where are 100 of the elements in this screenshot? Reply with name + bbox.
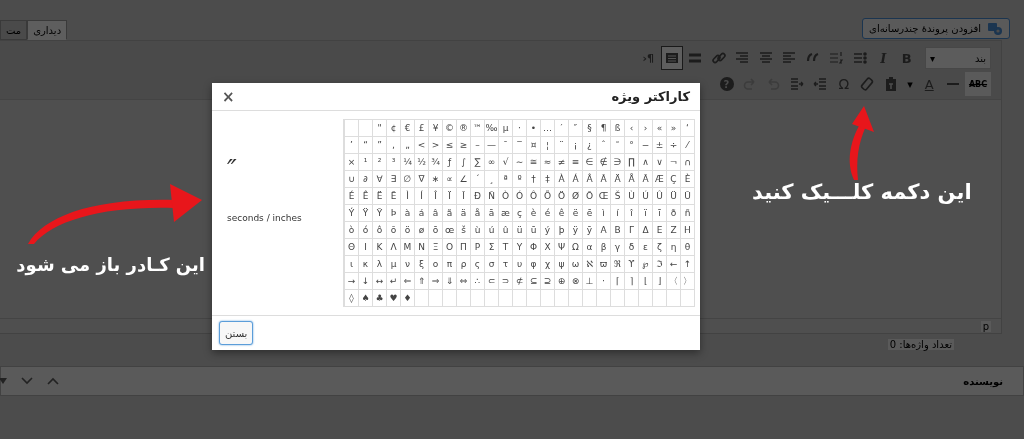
character-cell[interactable]: ♥ [386, 290, 400, 307]
character-cell[interactable]: Α [596, 222, 610, 239]
character-cell[interactable]: " [372, 120, 386, 137]
character-cell[interactable]: ƒ [442, 154, 456, 171]
character-cell[interactable]: δ [624, 239, 638, 256]
character-cell[interactable]: ù [470, 222, 484, 239]
character-cell[interactable]: ∩ [680, 154, 694, 171]
character-cell[interactable]: ∼ [512, 154, 526, 171]
character-cell[interactable]: › [638, 120, 652, 137]
chevron-down-icon[interactable] [21, 377, 33, 385]
character-cell[interactable]: — [484, 137, 498, 154]
character-cell[interactable]: ∂ [358, 171, 372, 188]
character-cell[interactable]: ē [582, 205, 596, 222]
character-cell[interactable]: ∴ [470, 273, 484, 290]
character-cell[interactable]: ⇑ [414, 273, 428, 290]
character-cell[interactable]: ∞ [484, 154, 498, 171]
character-cell[interactable]: ¤ [526, 137, 540, 154]
character-cell[interactable]: ä [456, 205, 470, 222]
character-cell[interactable]: Ø [568, 188, 582, 205]
character-cell[interactable]: Ù [624, 188, 638, 205]
character-cell[interactable]: ∅ [400, 171, 414, 188]
character-cell[interactable]: † [526, 171, 540, 188]
character-cell[interactable]: ý [540, 222, 554, 239]
character-cell[interactable]: ¶ [596, 120, 610, 137]
character-cell[interactable]: ∫ [456, 154, 470, 171]
character-cell[interactable]: ß [610, 120, 624, 137]
character-cell[interactable]: Ι [358, 239, 372, 256]
character-cell[interactable]: Ē [386, 188, 400, 205]
character-cell[interactable]: ⊂ [484, 273, 498, 290]
character-cell[interactable]: Θ [344, 239, 358, 256]
character-cell[interactable]: Σ [484, 239, 498, 256]
character-cell[interactable]: ∝ [442, 171, 456, 188]
character-cell[interactable]: Ψ [554, 239, 568, 256]
character-cell[interactable]: ω [568, 256, 582, 273]
character-cell[interactable]: ∏ [624, 154, 638, 171]
character-cell[interactable]: Þ [386, 205, 400, 222]
character-cell[interactable]: ∗ [428, 171, 442, 188]
character-cell[interactable]: μ [386, 256, 400, 273]
character-cell[interactable]: É [344, 188, 358, 205]
character-cell[interactable]: õ [386, 222, 400, 239]
character-cell[interactable]: ” [372, 137, 386, 154]
character-cell[interactable]: ψ [554, 256, 568, 273]
character-cell[interactable]: ♣ [372, 290, 386, 307]
character-cell[interactable]: σ [484, 256, 498, 273]
character-cell[interactable]: Ε [652, 222, 666, 239]
character-cell[interactable]: ‡ [540, 171, 554, 188]
character-cell[interactable]: ≡ [568, 154, 582, 171]
character-cell[interactable]: ´ [470, 171, 484, 188]
character-cell[interactable]: ¿ [582, 137, 596, 154]
character-cell[interactable]: φ [526, 256, 540, 273]
character-cell[interactable]: ¹ [358, 154, 372, 171]
character-cell[interactable]: ½ [414, 154, 428, 171]
character-cell[interactable]: ¡ [568, 137, 582, 154]
character-cell[interactable]: Õ [540, 188, 554, 205]
character-cell[interactable]: ì [596, 205, 610, 222]
character-cell[interactable]: º [512, 171, 526, 188]
character-cell[interactable]: Ÿ [358, 205, 372, 222]
character-cell[interactable]: ∪ [344, 171, 358, 188]
character-cell[interactable]: ¼ [400, 154, 414, 171]
character-cell[interactable]: ò [344, 222, 358, 239]
character-cell[interactable]: ℜ [610, 256, 624, 273]
character-cell[interactable]: Ö [554, 188, 568, 205]
character-cell[interactable]: » [666, 120, 680, 137]
character-cell[interactable]: Φ [526, 239, 540, 256]
character-cell[interactable]: á [414, 205, 428, 222]
character-cell[interactable]: Ō [582, 188, 596, 205]
character-cell[interactable]: ² [372, 154, 386, 171]
character-cell[interactable]: Ī [456, 188, 470, 205]
character-cell[interactable]: Ó [512, 188, 526, 205]
character-cell[interactable]: < [414, 137, 428, 154]
character-cell[interactable]: ≠ [554, 154, 568, 171]
character-cell[interactable]: ã [442, 205, 456, 222]
character-cell[interactable]: ÿ [568, 222, 582, 239]
character-cell[interactable]: ⁄ [680, 137, 694, 154]
character-cell[interactable]: ® [456, 120, 470, 137]
character-cell[interactable]: à [400, 205, 414, 222]
character-cell[interactable]: û [498, 222, 512, 239]
character-cell[interactable]: Υ [512, 239, 526, 256]
character-cell[interactable]: ε [638, 239, 652, 256]
character-cell[interactable]: Ï [442, 188, 456, 205]
character-cell[interactable]: È [680, 171, 694, 188]
character-cell[interactable]: î [624, 205, 638, 222]
character-cell[interactable]: ← [666, 256, 680, 273]
character-cell[interactable]: Ú [638, 188, 652, 205]
character-cell[interactable]: ∀ [372, 171, 386, 188]
character-cell[interactable]: ā [484, 205, 498, 222]
character-cell[interactable]: β [596, 239, 610, 256]
character-cell[interactable]: π [442, 256, 456, 273]
close-button[interactable]: × [218, 87, 239, 106]
character-cell[interactable]: ô [372, 222, 386, 239]
character-cell[interactable]: → [344, 273, 358, 290]
character-cell[interactable]: Ξ [428, 239, 442, 256]
character-cell[interactable]: ⇓ [442, 273, 456, 290]
character-cell[interactable]: ⊇ [540, 273, 554, 290]
character-cell[interactable]: Ô [526, 188, 540, 205]
character-cell[interactable]: Ū [680, 188, 694, 205]
chevron-up-icon[interactable] [47, 377, 59, 385]
character-cell[interactable]: ñ [680, 205, 694, 222]
character-cell[interactable]: ζ [652, 239, 666, 256]
character-cell[interactable]: Í [414, 188, 428, 205]
